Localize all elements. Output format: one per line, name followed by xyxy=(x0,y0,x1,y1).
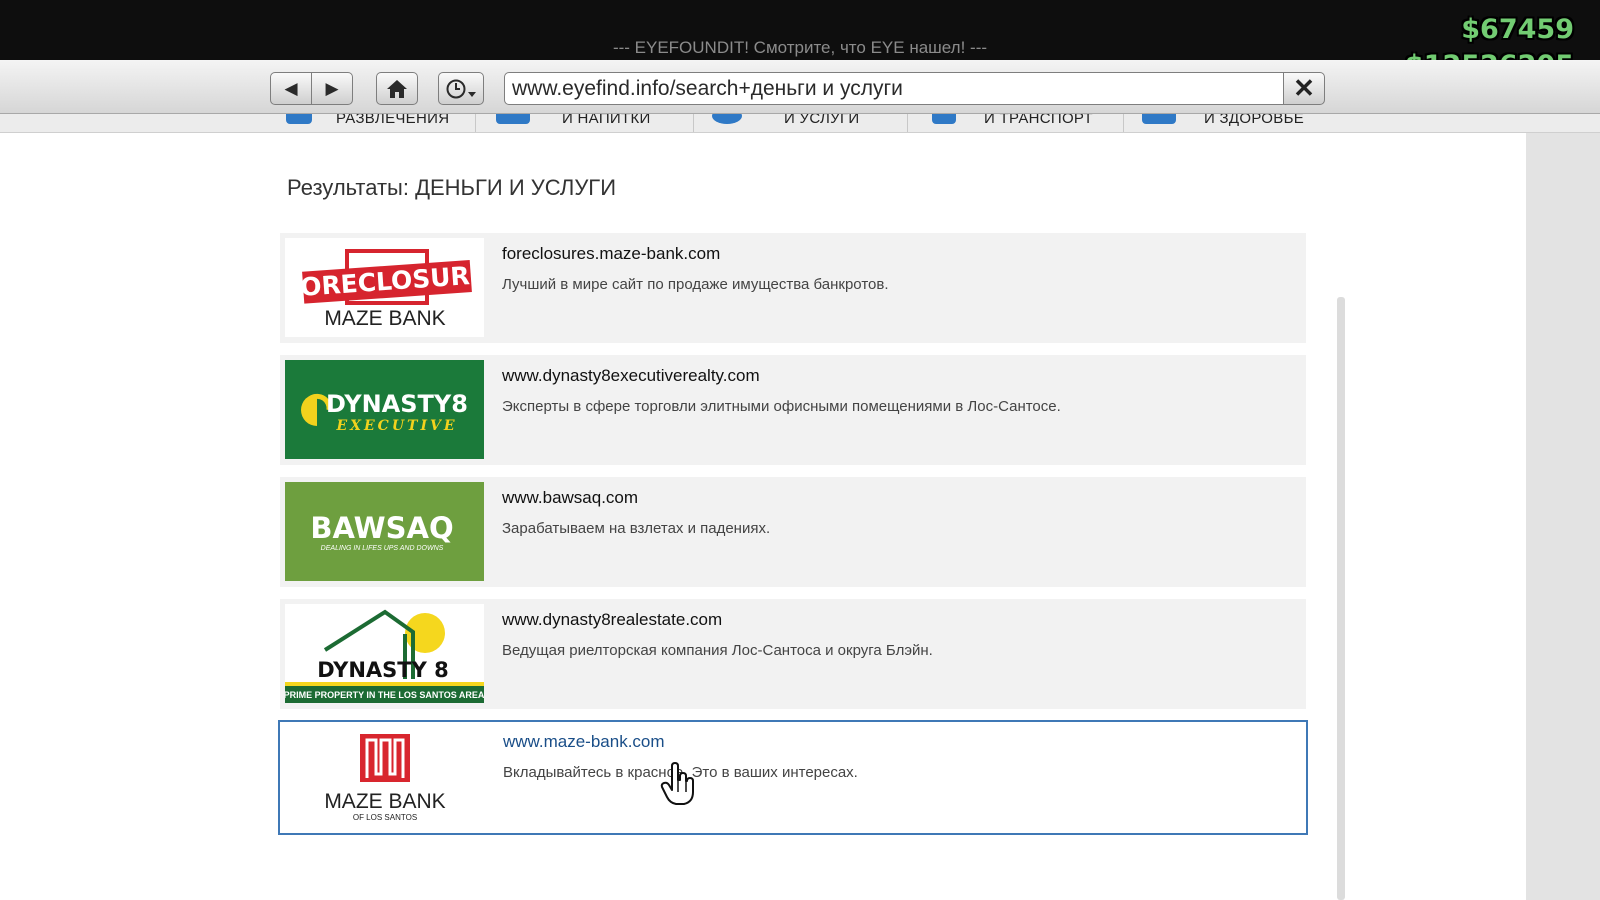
close-button[interactable]: ✕ xyxy=(1283,72,1325,105)
search-result[interactable]: DYNASTY 8 PRIME PROPERTY IN THE LOS SANT… xyxy=(280,599,1306,709)
results-title: Результаты: ДЕНЬГИ И УСЛУГИ xyxy=(287,175,617,200)
site-banner: --- EYEFOUNDIT! Смотрите, что EYE нашел!… xyxy=(612,38,988,57)
home-icon xyxy=(387,79,407,98)
home-button[interactable] xyxy=(376,72,418,105)
category-label: И НАПИТКИ xyxy=(562,114,651,127)
category-icon xyxy=(1142,114,1176,124)
hand-cursor-icon xyxy=(660,762,696,811)
result-url[interactable]: www.dynasty8realestate.com xyxy=(502,610,722,630)
arrow-left-icon: ◀ xyxy=(284,78,298,99)
result-description: Ведущая риелторская компания Лос-Сантоса… xyxy=(502,642,933,659)
result-description: Эксперты в сфере торговли элитными офисн… xyxy=(502,398,1061,415)
category-icon xyxy=(286,114,312,124)
category-icon xyxy=(496,114,530,124)
svg-text:BAWSAQ: BAWSAQ xyxy=(310,511,453,545)
close-icon: ✕ xyxy=(1293,73,1315,103)
history-button[interactable] xyxy=(438,72,484,105)
result-description: Зарабатываем на взлетах и падениях. xyxy=(502,520,771,537)
category-transport[interactable]: И ТРАНСПОРТ xyxy=(908,114,1124,132)
svg-text:DYNASTY8: DYNASTY8 xyxy=(326,390,468,418)
svg-text:MAZE BANK: MAZE BANK xyxy=(324,307,445,330)
svg-text:DYNASTY 8: DYNASTY 8 xyxy=(317,658,449,682)
result-url[interactable]: www.dynasty8executiverealty.com xyxy=(502,366,760,386)
browser-toolbar: ◀ ▶ www.eyefind.info/search+деньги и усл… xyxy=(0,60,1600,114)
result-url[interactable]: foreclosures.maze-bank.com xyxy=(502,244,720,264)
result-logo: BAWSAQ DEALING IN LIFES UPS AND DOWNS xyxy=(285,482,484,581)
category-label: И ЗДОРОВЬЕ xyxy=(1204,114,1305,127)
page-margin xyxy=(1526,133,1600,900)
category-label: И УСЛУГИ xyxy=(784,114,860,127)
result-logo: MAZE BANK OF LOS SANTOS xyxy=(286,728,485,827)
svg-text:EXECUTIVE: EXECUTIVE xyxy=(335,418,457,434)
search-result[interactable]: BAWSAQ DEALING IN LIFES UPS AND DOWNS ww… xyxy=(280,477,1306,587)
search-result[interactable]: FORECLOSURE MAZE BANK foreclosures.maze-… xyxy=(280,233,1306,343)
category-health[interactable]: И ЗДОРОВЬЕ xyxy=(1124,114,1354,132)
cash-counter: $67459 xyxy=(1461,14,1574,45)
result-logo: DYNASTY 8 PRIME PROPERTY IN THE LOS SANT… xyxy=(285,604,484,703)
forward-button[interactable]: ▶ xyxy=(311,72,353,105)
result-logo: DYNASTY8 EXECUTIVE xyxy=(285,360,484,459)
result-url[interactable]: www.maze-bank.com xyxy=(503,732,665,752)
svg-text:OF LOS SANTOS: OF LOS SANTOS xyxy=(353,813,417,822)
category-entertainment[interactable]: РАЗВЛЕЧЕНИЯ xyxy=(270,114,476,132)
category-icon xyxy=(932,114,956,124)
back-button[interactable]: ◀ xyxy=(270,72,312,105)
clock-icon xyxy=(446,79,476,98)
category-money-services[interactable]: И УСЛУГИ xyxy=(694,114,908,132)
category-label: И ТРАНСПОРТ xyxy=(984,114,1094,127)
search-result[interactable]: DYNASTY8 EXECUTIVE www.dynasty8executive… xyxy=(280,355,1306,465)
scrollbar[interactable] xyxy=(1337,297,1345,900)
result-description: Лучший в мире сайт по продаже имущества … xyxy=(502,276,889,293)
arrow-right-icon: ▶ xyxy=(325,78,339,99)
result-logo: FORECLOSURE MAZE BANK xyxy=(285,238,484,337)
svg-text:MAZE BANK: MAZE BANK xyxy=(324,790,445,813)
category-food-drink[interactable]: И НАПИТКИ xyxy=(476,114,694,132)
category-nav: РАЗВЛЕЧЕНИЯ И НАПИТКИ И УСЛУГИ И ТРАНСПО… xyxy=(0,114,1600,133)
category-icon xyxy=(712,114,742,124)
address-bar[interactable]: www.eyefind.info/search+деньги и услуги xyxy=(504,72,1284,105)
result-url[interactable]: www.bawsaq.com xyxy=(502,488,638,508)
svg-text:DEALING IN LIFES UPS AND DOWNS: DEALING IN LIFES UPS AND DOWNS xyxy=(321,545,444,552)
svg-text:PRIME PROPERTY IN THE LOS SANT: PRIME PROPERTY IN THE LOS SANTOS AREA xyxy=(285,690,484,700)
search-result-active[interactable]: MAZE BANK OF LOS SANTOS www.maze-bank.co… xyxy=(278,720,1308,835)
category-label: РАЗВЛЕЧЕНИЯ xyxy=(336,114,450,127)
